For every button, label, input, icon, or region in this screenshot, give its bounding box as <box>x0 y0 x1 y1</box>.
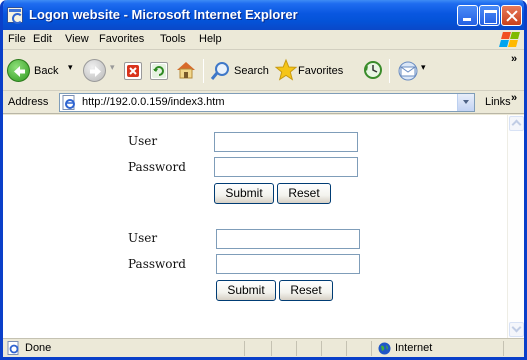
user-label: User <box>128 231 158 245</box>
reset-button[interactable]: Reset <box>279 280 333 301</box>
toolbar-overflow-icon[interactable]: » <box>511 53 517 65</box>
menu-help[interactable]: Help <box>199 33 222 45</box>
page-content: User Password Submit Reset User Password… <box>3 115 524 338</box>
forward-dropdown-icon[interactable]: ▾ <box>110 62 115 73</box>
status-divider <box>346 341 347 356</box>
status-bar: Done Internet <box>3 338 524 357</box>
stop-icon[interactable] <box>124 62 142 80</box>
status-divider <box>503 341 504 356</box>
history-icon[interactable] <box>361 59 383 81</box>
menu-favorites[interactable]: Favorites <box>99 33 144 45</box>
toolbar-separator <box>203 59 204 83</box>
vertical-scrollbar[interactable] <box>507 115 524 338</box>
submit-button[interactable]: Submit <box>216 280 276 301</box>
toolbar-separator <box>389 59 390 83</box>
password-label: Password <box>128 160 186 174</box>
search-button[interactable]: Search <box>234 65 269 77</box>
window-title: Logon website - Microsoft Internet Explo… <box>29 7 298 22</box>
address-url[interactable]: http://192.0.0.159/index3.htm <box>82 96 225 108</box>
reset-button[interactable]: Reset <box>277 183 331 204</box>
maximize-button[interactable] <box>479 5 500 26</box>
menu-view[interactable]: View <box>65 33 89 45</box>
ie-page-icon <box>7 7 23 24</box>
search-icon[interactable] <box>209 60 231 82</box>
page-icon <box>62 95 77 110</box>
user-input[interactable] <box>216 229 360 249</box>
address-field[interactable]: http://192.0.0.159/index3.htm <box>59 93 475 112</box>
title-bar[interactable]: Logon website - Microsoft Internet Explo… <box>3 0 524 30</box>
password-label: Password <box>128 257 186 271</box>
status-divider <box>296 341 297 356</box>
forward-arrow-icon[interactable] <box>83 59 106 82</box>
user-input[interactable] <box>214 132 358 152</box>
toolbar: Back ▾ ▾ Search Favorites ▾ » <box>3 51 524 91</box>
status-text: Done <box>25 342 52 354</box>
mail-dropdown-icon[interactable]: ▾ <box>421 62 426 73</box>
page-status-icon <box>7 341 21 355</box>
security-zone: Internet <box>395 342 433 354</box>
address-bar: Address http://192.0.0.159/index3.htm Li… <box>3 92 524 114</box>
globe-icon <box>378 342 391 355</box>
back-button[interactable]: Back <box>34 65 58 77</box>
back-arrow-icon[interactable] <box>7 59 30 82</box>
favorites-button[interactable]: Favorites <box>298 65 343 77</box>
scroll-down-icon[interactable] <box>509 322 524 337</box>
mail-icon[interactable] <box>396 60 420 82</box>
address-label: Address <box>8 96 49 108</box>
menu-tools[interactable]: Tools <box>160 33 186 45</box>
user-label: User <box>128 134 158 148</box>
status-divider <box>321 341 322 356</box>
back-dropdown-icon[interactable]: ▾ <box>68 62 73 73</box>
close-button[interactable] <box>501 5 522 26</box>
scroll-up-icon[interactable] <box>509 116 524 131</box>
refresh-icon[interactable] <box>150 62 168 80</box>
windows-logo-icon <box>491 31 521 49</box>
menu-file[interactable]: File <box>8 33 26 45</box>
links-overflow-icon[interactable]: » <box>511 92 517 104</box>
address-dropdown-icon[interactable] <box>457 94 474 111</box>
links-button[interactable]: Links <box>485 96 511 108</box>
status-divider <box>371 341 372 356</box>
password-input[interactable] <box>216 254 360 274</box>
home-icon[interactable] <box>175 59 197 81</box>
submit-button[interactable]: Submit <box>214 183 274 204</box>
menu-bar: File Edit View Favorites Tools Help <box>3 30 524 50</box>
browser-window: Logon website - Microsoft Internet Explo… <box>0 0 527 360</box>
minimize-button[interactable] <box>457 5 478 26</box>
status-divider <box>244 341 245 356</box>
favorites-star-icon[interactable] <box>274 58 298 82</box>
menu-edit[interactable]: Edit <box>33 33 52 45</box>
status-divider <box>271 341 272 356</box>
password-input[interactable] <box>214 157 358 177</box>
